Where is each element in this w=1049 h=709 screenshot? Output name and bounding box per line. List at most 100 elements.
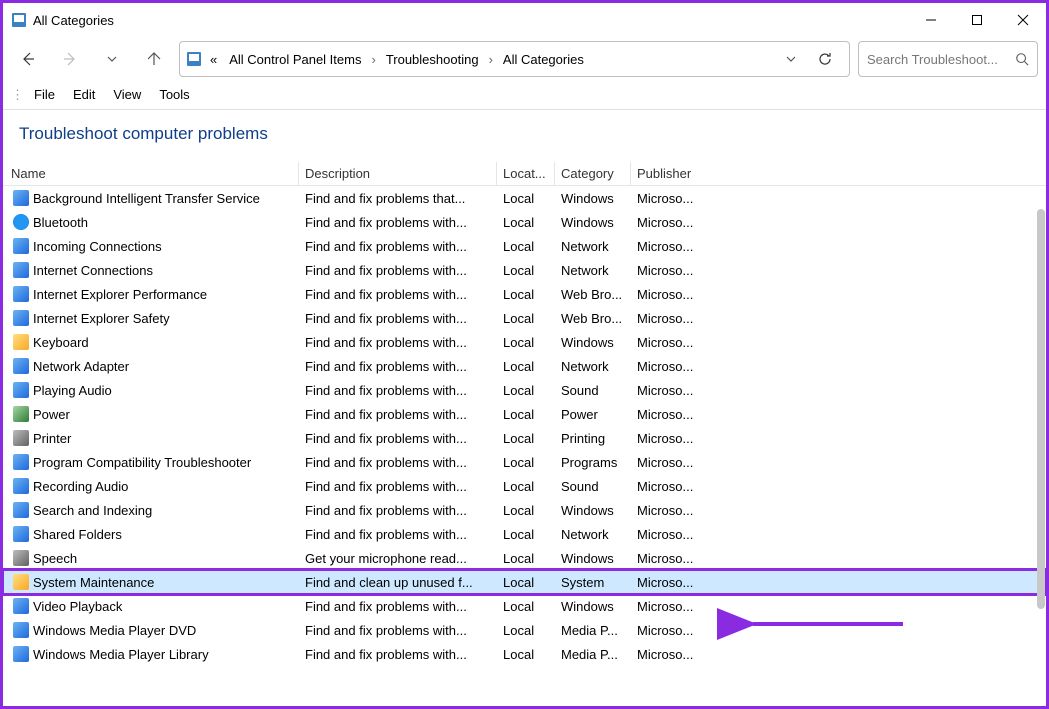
item-name-label: Network Adapter xyxy=(33,359,129,374)
column-header-name[interactable]: Name xyxy=(3,162,299,185)
breadcrumb-item[interactable]: Troubleshooting xyxy=(382,50,483,69)
cell-description: Find and clean up unused f... xyxy=(299,575,497,590)
item-icon xyxy=(13,238,29,254)
cell-location: Local xyxy=(497,263,555,278)
address-bar[interactable]: « All Control Panel Items › Troubleshoot… xyxy=(179,41,850,77)
cell-description: Find and fix problems with... xyxy=(299,431,497,446)
item-icon xyxy=(13,454,29,470)
column-header-category[interactable]: Category xyxy=(555,162,631,185)
search-icon xyxy=(1015,52,1029,66)
location-icon xyxy=(186,51,202,67)
list-item[interactable]: PowerFind and fix problems with...LocalP… xyxy=(3,402,1046,426)
refresh-button[interactable] xyxy=(807,41,843,77)
cell-location: Local xyxy=(497,455,555,470)
item-name-label: Windows Media Player Library xyxy=(33,647,209,662)
cell-category: Printing xyxy=(555,431,631,446)
scrollbar[interactable] xyxy=(1036,199,1046,619)
cell-description: Find and fix problems with... xyxy=(299,527,497,542)
menu-edit[interactable]: Edit xyxy=(73,87,95,103)
drag-handle-icon[interactable]: ⋮ xyxy=(11,87,22,103)
list-item[interactable]: Internet ConnectionsFind and fix problem… xyxy=(3,258,1046,282)
column-header-publisher[interactable]: Publisher xyxy=(631,162,705,185)
cell-location: Local xyxy=(497,647,555,662)
cell-publisher: Microso... xyxy=(631,527,705,542)
list-item[interactable]: Windows Media Player DVDFind and fix pro… xyxy=(3,618,1046,642)
titlebar: All Categories xyxy=(3,3,1046,37)
close-button[interactable] xyxy=(1000,4,1046,36)
item-name-label: Playing Audio xyxy=(33,383,112,398)
item-name-label: Recording Audio xyxy=(33,479,128,494)
list-item[interactable]: BluetoothFind and fix problems with...Lo… xyxy=(3,210,1046,234)
cell-description: Get your microphone read... xyxy=(299,551,497,566)
list-item[interactable]: System MaintenanceFind and clean up unus… xyxy=(3,570,1046,594)
window-frame: All Categories xyxy=(0,0,1049,709)
cell-description: Find and fix problems with... xyxy=(299,311,497,326)
list-item[interactable]: SpeechGet your microphone read...LocalWi… xyxy=(3,546,1046,570)
menu-bar: ⋮ File Edit View Tools xyxy=(3,81,1046,110)
list-item[interactable]: Incoming Connections Find and fix problem… xyxy=(3,234,1046,258)
cell-category: Windows xyxy=(555,335,631,350)
menu-view[interactable]: View xyxy=(113,87,141,103)
column-header-description[interactable]: Description xyxy=(299,162,497,185)
cell-publisher: Microso... xyxy=(631,407,705,422)
item-icon xyxy=(13,598,29,614)
list-item[interactable]: Network Adapter Find and fix problems wit… xyxy=(3,354,1046,378)
back-arrow-icon xyxy=(20,51,36,67)
back-button[interactable] xyxy=(11,42,45,76)
list-item[interactable]: Shared FoldersFind and fix problems with… xyxy=(3,522,1046,546)
cell-description: Find and fix problems with... xyxy=(299,503,497,518)
scrollbar-thumb[interactable] xyxy=(1037,209,1045,609)
cell-name: Shared Folders xyxy=(3,526,299,542)
cell-description: Find and fix problems with... xyxy=(299,239,497,254)
cell-location: Local xyxy=(497,479,555,494)
chevron-down-icon[interactable] xyxy=(785,53,797,65)
maximize-button[interactable] xyxy=(954,4,1000,36)
breadcrumb-item[interactable]: All Control Panel Items xyxy=(225,50,365,69)
list-item[interactable]: PrinterFind and fix problems with...Loca… xyxy=(3,426,1046,450)
forward-button[interactable] xyxy=(53,42,87,76)
cell-category: Media P... xyxy=(555,623,631,638)
cell-description: Find and fix problems with... xyxy=(299,383,497,398)
cell-description: Find and fix problems with... xyxy=(299,407,497,422)
up-button[interactable] xyxy=(137,42,171,76)
list-item[interactable]: Playing Audio Find and fix problems with.… xyxy=(3,378,1046,402)
cell-description: Find and fix problems with... xyxy=(299,359,497,374)
list-item[interactable]: Windows Media Player LibraryFind and fix… xyxy=(3,642,1046,666)
cell-location: Local xyxy=(497,383,555,398)
search-input[interactable]: Search Troubleshoot... xyxy=(858,41,1038,77)
page-heading: Troubleshoot computer problems xyxy=(3,110,1046,162)
cell-name: Background Intelligent Transfer Service xyxy=(3,190,299,206)
list-item[interactable]: Internet Explorer PerformanceFind and fi… xyxy=(3,282,1046,306)
list-item[interactable]: Recording AudioFind and fix problems wit… xyxy=(3,474,1046,498)
item-name-label: Incoming Connections xyxy=(33,239,162,254)
list-item[interactable]: Program Compatibility TroubleshooterFind… xyxy=(3,450,1046,474)
cell-description: Find and fix problems with... xyxy=(299,599,497,614)
cell-name: Search and Indexing xyxy=(3,502,299,518)
item-name-label: Power xyxy=(33,407,70,422)
list-item[interactable]: KeyboardFind and fix problems with...Loc… xyxy=(3,330,1046,354)
history-dropdown-button[interactable] xyxy=(95,42,129,76)
column-header-location[interactable]: Locat... xyxy=(497,162,555,185)
cell-name: Program Compatibility Troubleshooter xyxy=(3,454,299,470)
cell-description: Find and fix problems with... xyxy=(299,215,497,230)
minimize-button[interactable] xyxy=(908,4,954,36)
cell-name: Recording Audio xyxy=(3,478,299,494)
list-item[interactable]: Internet Explorer SafetyFind and fix pro… xyxy=(3,306,1046,330)
item-icon xyxy=(13,334,29,350)
list-item[interactable]: Search and IndexingFind and fix problems… xyxy=(3,498,1046,522)
cell-location: Local xyxy=(497,623,555,638)
cell-category: Network xyxy=(555,527,631,542)
cell-location: Local xyxy=(497,215,555,230)
cell-publisher: Microso... xyxy=(631,431,705,446)
app-icon xyxy=(11,12,27,28)
menu-tools[interactable]: Tools xyxy=(159,87,189,103)
cell-category: Web Bro... xyxy=(555,287,631,302)
cell-publisher: Microso... xyxy=(631,455,705,470)
list-item[interactable]: Video PlaybackFind and fix problems with… xyxy=(3,594,1046,618)
item-name-label: Windows Media Player DVD xyxy=(33,623,196,638)
menu-file[interactable]: File xyxy=(34,87,55,103)
item-name-label: Program Compatibility Troubleshooter xyxy=(33,455,251,470)
cell-category: Web Bro... xyxy=(555,311,631,326)
list-item[interactable]: Background Intelligent Transfer ServiceF… xyxy=(3,186,1046,210)
breadcrumb-item[interactable]: All Categories xyxy=(499,50,588,69)
